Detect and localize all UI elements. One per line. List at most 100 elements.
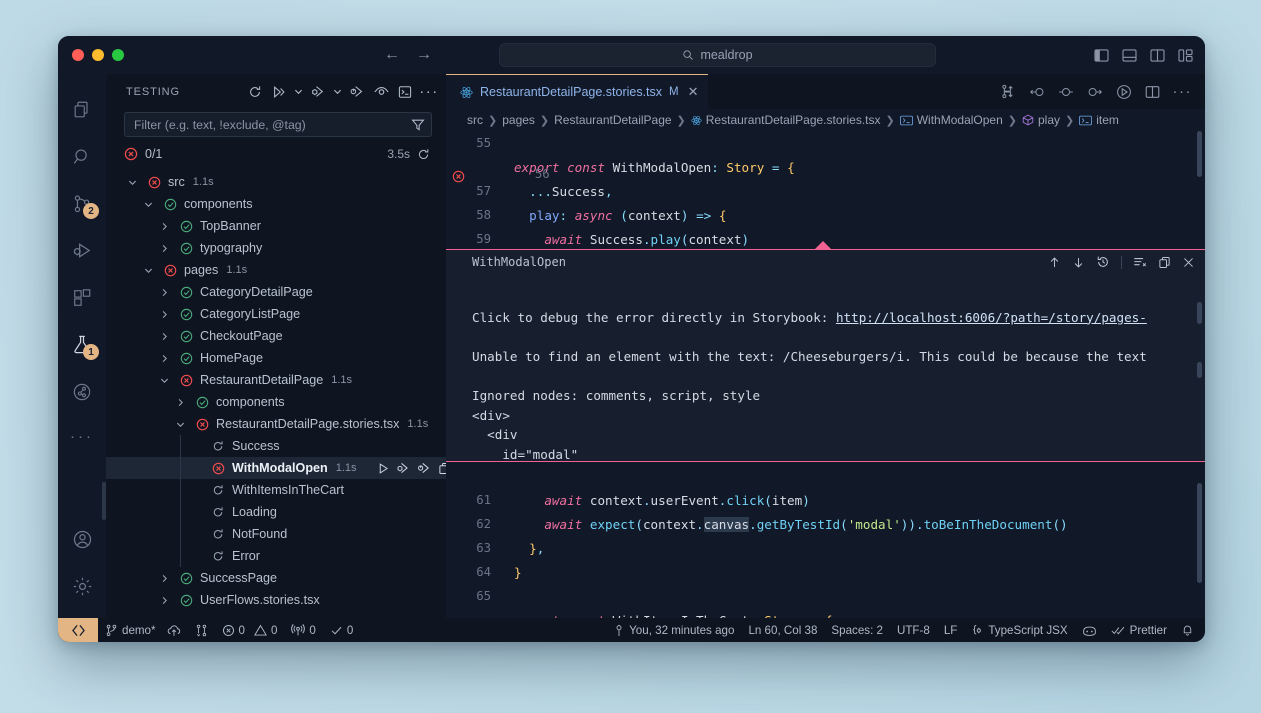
split-flow-icon[interactable]	[1001, 84, 1016, 99]
forward-arrow-icon[interactable]: →	[416, 47, 432, 63]
test-tree-item-successpage[interactable]: SuccessPage	[106, 567, 446, 589]
test-tree-item-checkoutpage[interactable]: CheckoutPage	[106, 325, 446, 347]
breadcrumb-item-src[interactable]: src	[467, 113, 483, 127]
filter-icon[interactable]	[411, 118, 425, 132]
navigation-arrows[interactable]: ← →	[384, 47, 432, 63]
test-tree-item-pages[interactable]: pages1.1s	[106, 259, 446, 281]
history-icon[interactable]	[1096, 255, 1110, 269]
toggle-secondary-sidebar-icon[interactable]	[1150, 49, 1165, 62]
test-tree-item-topbanner[interactable]: TopBanner	[106, 215, 446, 237]
sidebar-actions[interactable]: ···	[244, 81, 440, 103]
debug-test-icon[interactable]	[396, 461, 411, 475]
twisty-icon[interactable]	[156, 376, 172, 385]
code-area[interactable]: 55 56 export const WithModalOpen: Story …	[446, 131, 1205, 618]
status-indentation[interactable]: Spaces: 2	[824, 618, 890, 642]
editor-actions[interactable]: ···	[988, 74, 1206, 109]
activity-item-source-control[interactable]: 2	[58, 180, 106, 227]
maximize-window-button[interactable]	[112, 49, 124, 61]
minimize-window-button[interactable]	[92, 49, 104, 61]
activity-item-settings[interactable]	[58, 563, 106, 610]
toggle-panel-icon[interactable]	[1122, 49, 1137, 62]
status-eol[interactable]: LF	[937, 618, 965, 642]
sidebar-more-actions-button[interactable]: ···	[418, 81, 440, 103]
peek-content[interactable]: Click to debug the error directly in Sto…	[446, 274, 1205, 461]
debug-all-dropdown-button[interactable]	[331, 81, 344, 103]
status-tests-passed[interactable]: 0	[323, 618, 360, 642]
back-arrow-icon[interactable]: ←	[384, 47, 400, 63]
step-forward-icon[interactable]	[1087, 85, 1103, 99]
remote-indicator-button[interactable]	[58, 618, 98, 642]
activity-item-remote-explorer[interactable]	[58, 368, 106, 415]
status-encoding[interactable]: UTF-8	[890, 618, 937, 642]
status-copilot[interactable]	[1075, 618, 1104, 642]
storybook-debug-link[interactable]: http://localhost:6006/?path=/story/pages…	[836, 310, 1147, 325]
cloud-sync-icon[interactable]	[167, 624, 181, 637]
twisty-icon[interactable]	[124, 178, 140, 187]
toggle-primary-sidebar-icon[interactable]	[1094, 49, 1109, 62]
run-all-tests-button[interactable]	[268, 81, 290, 103]
arrow-down-icon[interactable]	[1072, 256, 1085, 269]
activity-item-run-and-debug[interactable]	[58, 227, 106, 274]
test-tree-item-error[interactable]: Error	[106, 545, 446, 567]
copy-icon[interactable]	[438, 462, 446, 475]
twisty-icon[interactable]	[156, 574, 172, 583]
test-tree-item-userflows-stories-tsx[interactable]: UserFlows.stories.tsx	[106, 589, 446, 611]
status-branch-compare[interactable]	[188, 618, 215, 642]
test-tree-item-restaurantdetailpage-stories-tsx[interactable]: RestaurantDetailPage.stories.tsx1.1s	[106, 413, 446, 435]
twisty-icon[interactable]	[156, 354, 172, 363]
run-test-icon[interactable]	[377, 462, 390, 475]
peek-scrollbar[interactable]	[1197, 302, 1202, 324]
test-tree-item-loading[interactable]: Loading	[106, 501, 446, 523]
activity-item-testing[interactable]: 1	[58, 321, 106, 368]
activity-item-explorer[interactable]	[58, 86, 106, 133]
peek-scrollbar-secondary[interactable]	[1197, 362, 1202, 378]
editor-more-icon[interactable]: ···	[1173, 83, 1193, 100]
window-controls[interactable]	[58, 49, 124, 61]
twisty-icon[interactable]	[172, 420, 188, 429]
twisty-icon[interactable]	[172, 398, 188, 407]
test-queued-gutter-icon[interactable]	[453, 596, 557, 618]
twisty-icon[interactable]	[156, 288, 172, 297]
breadcrumb-item-restaurantdetailpage-stories-tsx[interactable]: RestaurantDetailPage.stories.tsx	[691, 113, 881, 127]
run-play-icon[interactable]	[1116, 84, 1132, 100]
close-icon[interactable]: ✕	[688, 84, 699, 100]
refresh-icon[interactable]	[417, 148, 430, 161]
split-editor-icon[interactable]	[1145, 85, 1160, 99]
status-cursor-position[interactable]: Ln 60, Col 38	[741, 618, 824, 642]
run-all-dropdown-button[interactable]	[292, 81, 305, 103]
close-icon[interactable]	[1182, 256, 1195, 269]
test-item-actions[interactable]	[377, 461, 446, 475]
copy-icon[interactable]	[1158, 256, 1171, 269]
arrow-up-icon[interactable]	[1048, 256, 1061, 269]
test-tree-item-withmodalopen[interactable]: WithModalOpen1.1s	[106, 457, 446, 479]
status-formatter[interactable]: Prettier	[1104, 618, 1174, 642]
quick-search-bar[interactable]: mealdrop	[499, 43, 936, 67]
activity-item-search[interactable]	[58, 133, 106, 180]
step-back-icon[interactable]	[1029, 85, 1045, 99]
twisty-icon[interactable]	[156, 222, 172, 231]
test-tree-item-components[interactable]: components	[106, 193, 446, 215]
test-tree-item-src[interactable]: src1.1s	[106, 171, 446, 193]
twisty-icon[interactable]	[156, 596, 172, 605]
twisty-icon[interactable]	[156, 332, 172, 341]
activity-item-extensions[interactable]	[58, 274, 106, 321]
close-window-button[interactable]	[72, 49, 84, 61]
test-tree-item-withitemsinthecart[interactable]: WithItemsInTheCart	[106, 479, 446, 501]
editor-tab-restaurantdetailpage-stories[interactable]: RestaurantDetailPage.stories.tsx M ✕	[446, 74, 708, 109]
twisty-icon[interactable]	[140, 200, 156, 209]
filter-input[interactable]	[134, 118, 411, 132]
activity-item-more[interactable]: ···	[70, 415, 94, 457]
run-tests-with-coverage-button[interactable]	[346, 81, 368, 103]
layout-controls[interactable]	[1094, 36, 1193, 74]
test-tree-item-typography[interactable]: typography	[106, 237, 446, 259]
status-ports[interactable]: 0	[284, 618, 322, 642]
test-tree-item-restaurantdetailpage[interactable]: RestaurantDetailPage1.1s	[106, 369, 446, 391]
test-tree-item-notfound[interactable]: NotFound	[106, 523, 446, 545]
test-tree-item-categorydetailpage[interactable]: CategoryDetailPage	[106, 281, 446, 303]
breadcrumb-item-withmodalopen[interactable]: WithModalOpen	[900, 113, 1003, 127]
refresh-tests-button[interactable]	[244, 81, 266, 103]
test-tree[interactable]: src1.1scomponentsTopBannertypographypage…	[106, 167, 446, 618]
test-tree-item-categorylistpage[interactable]: CategoryListPage	[106, 303, 446, 325]
status-notifications[interactable]	[1174, 618, 1205, 642]
peek-tools[interactable]	[1048, 255, 1195, 269]
